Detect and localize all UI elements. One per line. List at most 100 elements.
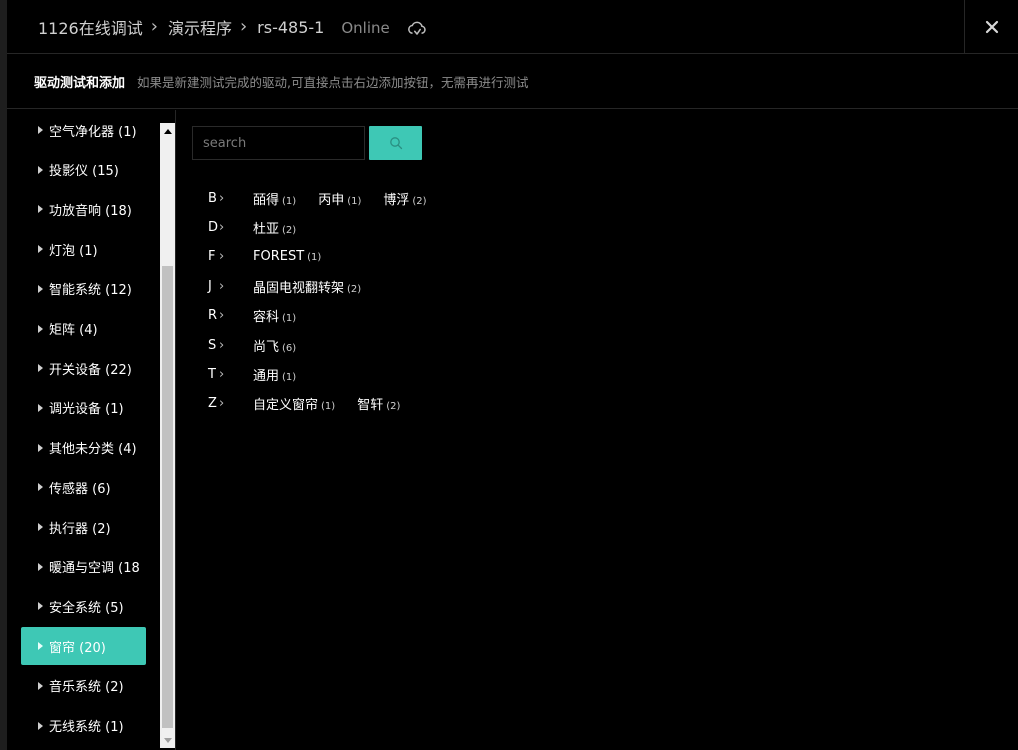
sidebar-category[interactable]: 功放音响 (18)	[21, 190, 146, 228]
brand-letter-row: Z › 自定义窗帘 (1) 智轩 (2)	[208, 394, 400, 414]
sidebar-category-label: 空气净化器 (1)	[49, 124, 137, 140]
sidebar-scrollbar[interactable]	[160, 123, 175, 748]
search-button[interactable]	[369, 126, 422, 160]
category-sidebar: 空气净化器 (1) 投影仪 (15) 功放音响 (18) 灯泡 (1) 智能系统 (12…	[21, 110, 175, 750]
chevron-right-icon: ›	[219, 337, 225, 353]
brand-item[interactable]: 杜亚 (2)	[253, 218, 296, 237]
brand-count: (1)	[282, 195, 297, 207]
brand-item[interactable]: 智轩 (2)	[357, 394, 400, 413]
caret-right-icon	[38, 602, 43, 611]
cloud-sync-icon[interactable]	[406, 18, 428, 40]
brand-count: (1)	[282, 313, 297, 325]
sidebar-category-label: 矩阵 (4)	[49, 323, 98, 338]
brand-letter: R	[208, 308, 218, 324]
sidebar-category-label: 智能系统 (12)	[49, 283, 132, 299]
sidebar-category[interactable]: 传感器 (6)	[21, 468, 146, 506]
caret-right-icon	[38, 245, 43, 254]
sidebar-category[interactable]: 灯泡 (1)	[21, 230, 146, 268]
chevron-right-icon: ›	[219, 396, 225, 412]
brand-item[interactable]: FOREST (1)	[253, 249, 321, 264]
caret-right-icon	[38, 205, 43, 214]
sidebar-category-label: 音乐系统 (2)	[49, 680, 124, 696]
brand-letter: T	[208, 366, 216, 382]
brand-items: 皕得 (1) 丙申 (1) 博浮 (2)	[253, 188, 449, 208]
sidebar-category-label: 投影仪 (15)	[49, 164, 119, 180]
window-edge	[0, 0, 7, 750]
caret-right-icon	[38, 324, 43, 333]
brand-letter: S	[208, 337, 217, 353]
brand-items: 晶固电视翻转架 (2)	[253, 276, 383, 296]
sidebar-category[interactable]: 调光设备 (1)	[21, 389, 146, 427]
brand-letter-row: S › 尚飞 (6)	[208, 335, 296, 355]
brand-item[interactable]: 丙申 (1)	[318, 189, 361, 208]
sidebar-category[interactable]: 其他未分类 (4)	[21, 429, 146, 467]
brand-item[interactable]: 博浮 (2)	[383, 189, 426, 208]
sidebar-category[interactable]: 投影仪 (15)	[21, 151, 146, 189]
brand-letter: Z	[208, 396, 217, 412]
brand-count: (2)	[282, 224, 297, 236]
caret-right-icon	[38, 165, 43, 174]
sidebar-category[interactable]: 音乐系统 (2)	[21, 667, 146, 705]
caret-right-icon	[38, 483, 43, 492]
caret-right-icon	[38, 126, 43, 134]
brand-count: (2)	[347, 283, 362, 295]
sidebar-category[interactable]: 智能系统 (12)	[21, 270, 146, 308]
chevron-right-icon: ›	[150, 16, 158, 37]
close-button[interactable]	[964, 0, 1018, 53]
scrollbar-thumb[interactable]	[162, 266, 173, 728]
brand-items: FOREST (1)	[253, 247, 343, 267]
caret-right-icon	[38, 443, 43, 452]
sidebar-category-label: 暖通与空调 (18	[49, 561, 140, 577]
caret-right-icon	[38, 403, 43, 412]
brand-items: 尚飞 (6)	[253, 335, 318, 355]
sidebar-category-label: 功放音响 (18)	[49, 203, 132, 219]
sidebar-category-label: 灯泡 (1)	[49, 243, 98, 259]
sidebar-category[interactable]: 安全系统 (5)	[21, 587, 146, 625]
arrow-down-icon	[163, 737, 172, 743]
brand-item[interactable]: 晶固电视翻转架 (2)	[253, 277, 361, 296]
brand-name: 尚飞	[253, 339, 280, 355]
caret-right-icon	[38, 523, 43, 531]
breadcrumb-item-port[interactable]: rs-485-1	[257, 18, 324, 37]
brand-letter: D	[208, 219, 219, 235]
brand-name: 皕得	[253, 192, 280, 208]
sidebar-category[interactable]: 窗帘 (20)	[21, 627, 146, 666]
brand-item[interactable]: 通用 (1)	[253, 365, 296, 384]
section-hint: 如果是新建测试完成的驱动,可直接点击右边添加按钮，无需再进行测试	[137, 74, 529, 90]
sidebar-category[interactable]: 执行器 (2)	[21, 508, 146, 546]
scroll-up-button[interactable]	[160, 123, 175, 139]
sidebar-category-label: 调光设备 (1)	[49, 402, 124, 418]
close-icon	[985, 20, 998, 33]
brand-area: B›皕得(1)丙申(1)博浮(2)D›杜亚(2)F›FOREST(1)J›晶固电…	[176, 110, 1018, 750]
brand-count: (1)	[282, 371, 297, 383]
brand-name: 智轩	[357, 398, 384, 414]
chevron-right-icon: ›	[219, 308, 225, 324]
sidebar-category[interactable]: 矩阵 (4)	[21, 310, 146, 348]
scroll-down-button[interactable]	[160, 732, 175, 748]
sidebar-category[interactable]: 空气净化器 (1)	[21, 111, 146, 149]
sidebar-category[interactable]: 开关设备 (22)	[21, 349, 146, 387]
breadcrumb-item-program[interactable]: 演示程序	[168, 15, 232, 39]
caret-right-icon	[38, 284, 43, 293]
brand-items: 自定义窗帘 (1) 智轩 (2)	[253, 394, 422, 414]
caret-right-icon	[38, 562, 43, 571]
brand-count: (2)	[386, 401, 401, 413]
caret-right-icon	[38, 681, 43, 690]
brand-name: 通用	[253, 368, 280, 384]
sidebar-category-label: 开关设备 (22)	[49, 362, 132, 378]
brand-name: FOREST	[253, 249, 305, 265]
brand-item[interactable]: 皕得 (1)	[253, 189, 296, 208]
sidebar-category-label: 安全系统 (5)	[49, 600, 124, 616]
brand-count: (1)	[321, 401, 336, 413]
sidebar-category-label: 其他未分类 (4)	[49, 442, 137, 458]
brand-item[interactable]: 容科 (1)	[253, 306, 296, 325]
sidebar-category[interactable]: 暖通与空调 (18	[21, 548, 146, 586]
brand-item[interactable]: 尚飞 (6)	[253, 336, 296, 355]
brand-item[interactable]: 自定义窗帘 (1)	[253, 394, 335, 413]
sidebar-category[interactable]: 无线系统 (1)	[21, 707, 146, 745]
breadcrumb-item-device[interactable]: 1126在线调试	[38, 15, 143, 39]
caret-right-icon	[38, 721, 43, 730]
search-input[interactable]	[192, 126, 365, 160]
brand-letter-row: R › 容科 (1)	[208, 306, 296, 326]
sidebar-category-label: 窗帘 (20)	[49, 640, 106, 656]
